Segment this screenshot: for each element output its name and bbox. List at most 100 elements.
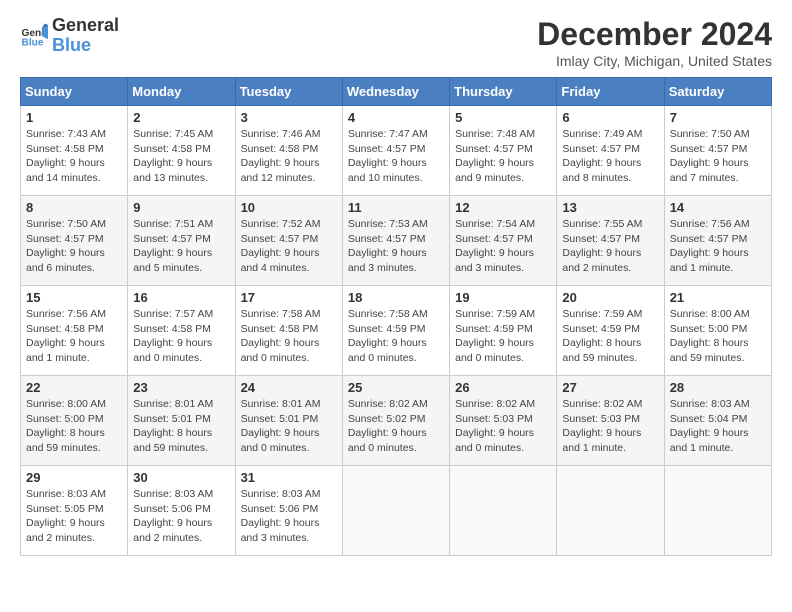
calendar-row: 29 Sunrise: 8:03 AM Sunset: 5:05 PM Dayl… [21, 466, 772, 556]
table-row: 3 Sunrise: 7:46 AM Sunset: 4:58 PM Dayli… [235, 106, 342, 196]
day-number: 5 [455, 110, 551, 125]
table-row: 19 Sunrise: 7:59 AM Sunset: 4:59 PM Dayl… [450, 286, 557, 376]
day-number: 13 [562, 200, 658, 215]
table-row: 8 Sunrise: 7:50 AM Sunset: 4:57 PM Dayli… [21, 196, 128, 286]
day-detail: Sunrise: 8:03 AM Sunset: 5:06 PM Dayligh… [133, 487, 229, 546]
day-detail: Sunrise: 7:50 AM Sunset: 4:57 PM Dayligh… [26, 217, 122, 276]
day-number: 23 [133, 380, 229, 395]
table-row: 26 Sunrise: 8:02 AM Sunset: 5:03 PM Dayl… [450, 376, 557, 466]
table-row: 9 Sunrise: 7:51 AM Sunset: 4:57 PM Dayli… [128, 196, 235, 286]
day-number: 24 [241, 380, 337, 395]
day-number: 12 [455, 200, 551, 215]
calendar-table: Sunday Monday Tuesday Wednesday Thursday… [20, 77, 772, 556]
day-number: 3 [241, 110, 337, 125]
day-detail: Sunrise: 7:51 AM Sunset: 4:57 PM Dayligh… [133, 217, 229, 276]
col-friday: Friday [557, 78, 664, 106]
table-row: 4 Sunrise: 7:47 AM Sunset: 4:57 PM Dayli… [342, 106, 449, 196]
table-row: 14 Sunrise: 7:56 AM Sunset: 4:57 PM Dayl… [664, 196, 771, 286]
day-detail: Sunrise: 7:58 AM Sunset: 4:58 PM Dayligh… [241, 307, 337, 366]
day-number: 22 [26, 380, 122, 395]
day-number: 21 [670, 290, 766, 305]
table-row: 22 Sunrise: 8:00 AM Sunset: 5:00 PM Dayl… [21, 376, 128, 466]
table-row: 20 Sunrise: 7:59 AM Sunset: 4:59 PM Dayl… [557, 286, 664, 376]
day-number: 10 [241, 200, 337, 215]
table-row: 13 Sunrise: 7:55 AM Sunset: 4:57 PM Dayl… [557, 196, 664, 286]
day-detail: Sunrise: 7:57 AM Sunset: 4:58 PM Dayligh… [133, 307, 229, 366]
table-row: 25 Sunrise: 8:02 AM Sunset: 5:02 PM Dayl… [342, 376, 449, 466]
day-detail: Sunrise: 7:55 AM Sunset: 4:57 PM Dayligh… [562, 217, 658, 276]
day-detail: Sunrise: 7:54 AM Sunset: 4:57 PM Dayligh… [455, 217, 551, 276]
table-row: 28 Sunrise: 8:03 AM Sunset: 5:04 PM Dayl… [664, 376, 771, 466]
day-detail: Sunrise: 7:45 AM Sunset: 4:58 PM Dayligh… [133, 127, 229, 186]
logo-icon: General Blue [20, 22, 48, 50]
calendar-row: 22 Sunrise: 8:00 AM Sunset: 5:00 PM Dayl… [21, 376, 772, 466]
table-row: 10 Sunrise: 7:52 AM Sunset: 4:57 PM Dayl… [235, 196, 342, 286]
day-number: 9 [133, 200, 229, 215]
table-row: 11 Sunrise: 7:53 AM Sunset: 4:57 PM Dayl… [342, 196, 449, 286]
logo-blue: Blue [52, 36, 119, 56]
day-number: 7 [670, 110, 766, 125]
table-row: 18 Sunrise: 7:58 AM Sunset: 4:59 PM Dayl… [342, 286, 449, 376]
day-detail: Sunrise: 8:01 AM Sunset: 5:01 PM Dayligh… [241, 397, 337, 456]
table-row: 17 Sunrise: 7:58 AM Sunset: 4:58 PM Dayl… [235, 286, 342, 376]
day-number: 31 [241, 470, 337, 485]
day-number: 25 [348, 380, 444, 395]
day-number: 2 [133, 110, 229, 125]
table-row [557, 466, 664, 556]
day-detail: Sunrise: 8:03 AM Sunset: 5:04 PM Dayligh… [670, 397, 766, 456]
day-number: 11 [348, 200, 444, 215]
day-detail: Sunrise: 7:49 AM Sunset: 4:57 PM Dayligh… [562, 127, 658, 186]
day-number: 26 [455, 380, 551, 395]
calendar-row: 15 Sunrise: 7:56 AM Sunset: 4:58 PM Dayl… [21, 286, 772, 376]
day-detail: Sunrise: 7:56 AM Sunset: 4:58 PM Dayligh… [26, 307, 122, 366]
table-row: 5 Sunrise: 7:48 AM Sunset: 4:57 PM Dayli… [450, 106, 557, 196]
day-number: 15 [26, 290, 122, 305]
day-detail: Sunrise: 7:58 AM Sunset: 4:59 PM Dayligh… [348, 307, 444, 366]
table-row: 27 Sunrise: 8:02 AM Sunset: 5:03 PM Dayl… [557, 376, 664, 466]
location-title: Imlay City, Michigan, United States [537, 53, 772, 69]
day-detail: Sunrise: 7:59 AM Sunset: 4:59 PM Dayligh… [455, 307, 551, 366]
col-saturday: Saturday [664, 78, 771, 106]
table-row: 24 Sunrise: 8:01 AM Sunset: 5:01 PM Dayl… [235, 376, 342, 466]
day-detail: Sunrise: 7:43 AM Sunset: 4:58 PM Dayligh… [26, 127, 122, 186]
calendar-row: 8 Sunrise: 7:50 AM Sunset: 4:57 PM Dayli… [21, 196, 772, 286]
title-area: December 2024 Imlay City, Michigan, Unit… [537, 16, 772, 69]
logo: General Blue General Blue [20, 16, 119, 56]
day-detail: Sunrise: 8:01 AM Sunset: 5:01 PM Dayligh… [133, 397, 229, 456]
day-detail: Sunrise: 7:46 AM Sunset: 4:58 PM Dayligh… [241, 127, 337, 186]
table-row: 1 Sunrise: 7:43 AM Sunset: 4:58 PM Dayli… [21, 106, 128, 196]
day-detail: Sunrise: 7:56 AM Sunset: 4:57 PM Dayligh… [670, 217, 766, 276]
table-row: 7 Sunrise: 7:50 AM Sunset: 4:57 PM Dayli… [664, 106, 771, 196]
calendar-row: 1 Sunrise: 7:43 AM Sunset: 4:58 PM Dayli… [21, 106, 772, 196]
day-detail: Sunrise: 8:03 AM Sunset: 5:06 PM Dayligh… [241, 487, 337, 546]
col-tuesday: Tuesday [235, 78, 342, 106]
table-row: 23 Sunrise: 8:01 AM Sunset: 5:01 PM Dayl… [128, 376, 235, 466]
day-number: 19 [455, 290, 551, 305]
logo-general: General [52, 16, 119, 36]
table-row: 16 Sunrise: 7:57 AM Sunset: 4:58 PM Dayl… [128, 286, 235, 376]
day-detail: Sunrise: 7:52 AM Sunset: 4:57 PM Dayligh… [241, 217, 337, 276]
day-number: 14 [670, 200, 766, 215]
day-detail: Sunrise: 7:50 AM Sunset: 4:57 PM Dayligh… [670, 127, 766, 186]
day-detail: Sunrise: 8:00 AM Sunset: 5:00 PM Dayligh… [26, 397, 122, 456]
header-row: Sunday Monday Tuesday Wednesday Thursday… [21, 78, 772, 106]
table-row: 15 Sunrise: 7:56 AM Sunset: 4:58 PM Dayl… [21, 286, 128, 376]
table-row: 29 Sunrise: 8:03 AM Sunset: 5:05 PM Dayl… [21, 466, 128, 556]
table-row: 12 Sunrise: 7:54 AM Sunset: 4:57 PM Dayl… [450, 196, 557, 286]
col-sunday: Sunday [21, 78, 128, 106]
day-detail: Sunrise: 7:59 AM Sunset: 4:59 PM Dayligh… [562, 307, 658, 366]
day-number: 1 [26, 110, 122, 125]
col-thursday: Thursday [450, 78, 557, 106]
table-row: 30 Sunrise: 8:03 AM Sunset: 5:06 PM Dayl… [128, 466, 235, 556]
day-number: 29 [26, 470, 122, 485]
day-number: 17 [241, 290, 337, 305]
month-title: December 2024 [537, 16, 772, 53]
day-number: 4 [348, 110, 444, 125]
day-detail: Sunrise: 8:02 AM Sunset: 5:03 PM Dayligh… [562, 397, 658, 456]
table-row [664, 466, 771, 556]
day-detail: Sunrise: 7:48 AM Sunset: 4:57 PM Dayligh… [455, 127, 551, 186]
table-row [450, 466, 557, 556]
day-number: 18 [348, 290, 444, 305]
header: General Blue General Blue December 2024 … [20, 16, 772, 69]
day-number: 6 [562, 110, 658, 125]
